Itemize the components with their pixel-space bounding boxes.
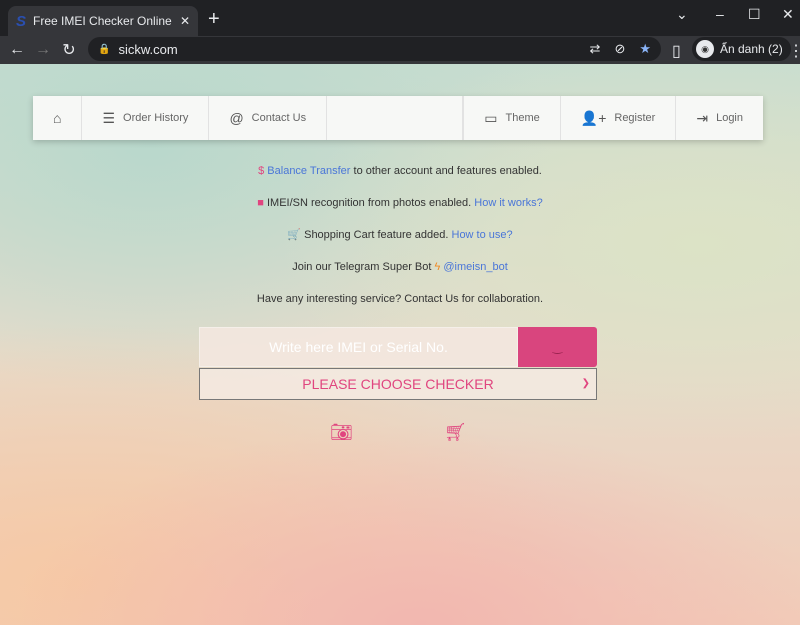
nav-home[interactable]: ⌂: [33, 96, 83, 140]
bookmark-star-icon[interactable]: ★: [639, 41, 651, 57]
menu-icon[interactable]: ⋮: [788, 41, 800, 61]
tab-strip: S Free IMEI Checker Online - SICKW ✕ + ⌄…: [0, 0, 800, 36]
how-to-use-link[interactable]: How to use?: [452, 229, 513, 241]
tracking-icon[interactable]: ⊘: [614, 41, 625, 57]
balance-transfer-link[interactable]: Balance Transfer: [267, 165, 350, 177]
side-panel-icon[interactable]: ▯: [672, 41, 681, 61]
camera-icon: ■: [257, 197, 264, 209]
nav-theme[interactable]: ▭ Theme: [463, 96, 559, 140]
close-window-button[interactable]: ✕: [782, 6, 794, 23]
cart-icon: 🛒: [287, 229, 302, 241]
cart-plus-icon[interactable]: 🛒︎: [444, 422, 467, 443]
reload-icon[interactable]: ↻: [56, 40, 82, 60]
nav-login[interactable]: ⇥ Login: [675, 96, 763, 140]
how-it-works-link[interactable]: How it works?: [474, 197, 542, 209]
nav-label: Login: [716, 112, 743, 124]
nav-contact-us[interactable]: @ Contact Us: [209, 96, 328, 140]
minimize-button[interactable]: –: [716, 6, 724, 22]
nav-label: Contact Us: [251, 112, 307, 124]
site-navbar: ⌂ ☰ Order History @ Contact Us ▭ Theme 👤+ Re…: [33, 96, 763, 140]
page-content: ⌂ ☰ Order History @ Contact Us ▭ Theme 👤+ Re…: [0, 64, 800, 625]
sign-in-icon: ⇥: [696, 109, 709, 126]
nav-label: Order History: [123, 112, 189, 124]
monitor-icon: ▭: [484, 109, 498, 126]
announcement-text: Join our Telegram Super Bot: [292, 261, 435, 273]
tab-title: Free IMEI Checker Online - SICKW: [33, 14, 173, 28]
submit-button[interactable]: ‿: [518, 327, 597, 367]
browser-toolbar: ← → ↻ 🔒 sickw.com ⇄ ⊘ ★ ▯ ◉ Ẩn danh (2) ⋮: [0, 36, 800, 64]
nav-label: Theme: [505, 112, 540, 124]
nav-register[interactable]: 👤+ Register: [559, 96, 676, 140]
maximize-button[interactable]: ☐: [748, 6, 761, 23]
at-icon: @: [229, 110, 244, 126]
checker-selected-value: PLEASE CHOOSE CHECKER: [302, 376, 494, 392]
camera-upload-icon[interactable]: 📷︎: [330, 422, 353, 443]
lock-icon: 🔒: [98, 43, 111, 55]
list-icon: ☰: [102, 109, 116, 126]
checker-select[interactable]: PLEASE CHOOSE CHECKER ❯: [199, 368, 597, 400]
dollar-icon: $: [258, 165, 268, 177]
translate-icon[interactable]: ⇄: [590, 41, 601, 57]
incognito-icon: ◉: [696, 40, 714, 58]
telegram-bot-link[interactable]: @imeisn_bot: [443, 261, 507, 273]
home-icon: ⌂: [53, 110, 62, 126]
address-bar[interactable]: 🔒 sickw.com ⇄ ⊘ ★: [88, 37, 661, 61]
profile-button[interactable]: ◉ Ẩn danh (2): [692, 37, 791, 61]
url-text: sickw.com: [118, 41, 178, 57]
forward-icon[interactable]: →: [30, 41, 56, 59]
back-icon[interactable]: ←: [4, 41, 30, 59]
announcement-text: to other account and features enabled.: [350, 165, 542, 177]
site-favicon-icon: S: [16, 12, 27, 30]
nav-label: Register: [614, 112, 656, 124]
announcements: $ Balance Transfer to other account and …: [0, 164, 800, 324]
browser-tab[interactable]: S Free IMEI Checker Online - SICKW ✕: [8, 6, 198, 36]
chevron-down-icon: ❯: [581, 378, 590, 389]
imei-form: ‿: [199, 327, 597, 367]
close-tab-icon[interactable]: ✕: [180, 14, 190, 28]
user-plus-icon: 👤+: [580, 109, 607, 126]
new-tab-button[interactable]: +: [208, 8, 220, 31]
announcement-text: Have any interesting service? Contact Us…: [256, 293, 544, 305]
nav-order-history[interactable]: ☰ Order History: [82, 96, 210, 140]
announcement-text: Shopping Cart feature added.: [301, 229, 452, 241]
announcement-text: IMEI/SN recognition from photos enabled.: [263, 197, 475, 209]
tab-search-icon[interactable]: ⌄: [676, 6, 688, 23]
profile-label: Ẩn danh (2): [720, 42, 783, 56]
imei-input[interactable]: [199, 327, 518, 367]
